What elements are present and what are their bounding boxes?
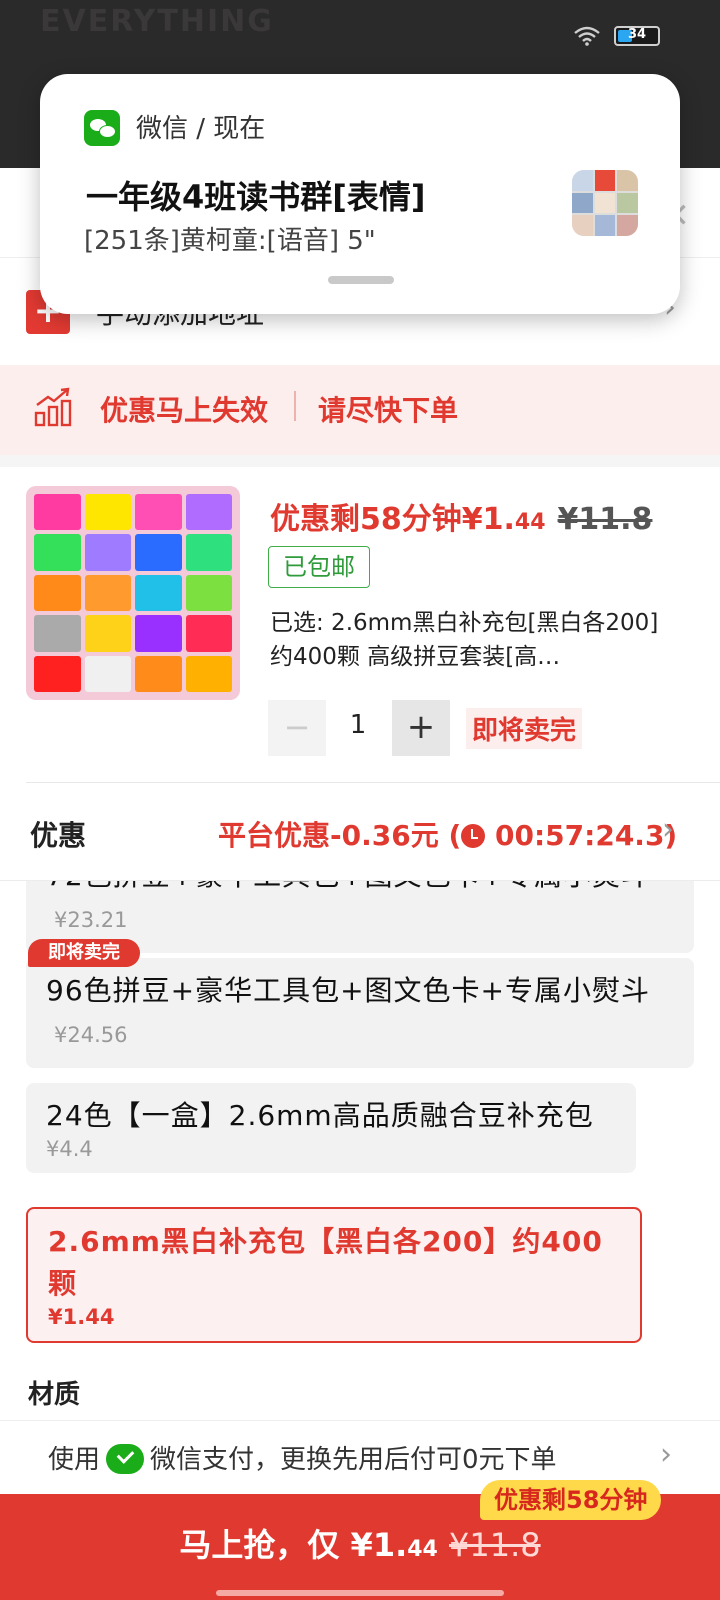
quantity-decrease-button[interactable]: −	[268, 700, 326, 756]
notification-body: [251条]黄柯童:[语音] 5"	[84, 226, 376, 256]
discount-value[interactable]: 平台优惠-0.36元 ( 00:57:24.3)	[218, 814, 677, 854]
notification-handle[interactable]	[328, 276, 394, 284]
chevron-right-icon: ›	[662, 812, 674, 847]
buy-original-price: ¥11.8	[449, 1526, 541, 1564]
discount-label: 优惠	[30, 819, 87, 852]
free-shipping-badge: 已包邮	[268, 546, 370, 588]
buy-price: ¥1.	[350, 1526, 408, 1564]
discount-timer: 00:57:24.3)	[495, 819, 678, 852]
wechat-pay-icon	[106, 1444, 145, 1474]
battery-icon: 34	[614, 26, 660, 46]
wifi-icon	[574, 26, 600, 46]
selected-spec: 已选: 2.6mm黑白补充包[黑白各200]约400颗 高级拼豆套装[高…	[270, 610, 659, 670]
buy-label: 马上抢，仅	[179, 1526, 340, 1564]
promo-text-expiring: 优惠马上失效	[100, 394, 269, 427]
buy-price-cents: 44	[407, 1537, 438, 1562]
variant-name: 96色拼豆+豪华工具包+图文色卡+专属小熨斗	[46, 974, 651, 1007]
promo-divider	[294, 391, 296, 421]
variant-option[interactable]: 96色拼豆+豪华工具包+图文色卡+专属小熨斗 ¥24.56	[26, 958, 694, 1068]
variant-name: 2.6mm黑白补充包【黑白各200】约400颗	[48, 1225, 603, 1300]
selling-out-tag: 即将卖完	[28, 939, 140, 967]
chart-up-icon	[34, 387, 72, 427]
divider	[26, 782, 720, 783]
quantity-increase-button[interactable]: +	[392, 700, 450, 756]
price-prefix: 优惠剩58分钟¥1.	[270, 502, 515, 537]
battery-level: 34	[627, 27, 647, 42]
variant-price: ¥24.56	[54, 1023, 128, 1047]
countdown-badge: 优惠剩58分钟	[480, 1480, 662, 1520]
product-price: 优惠剩58分钟¥1.44 ¥11.8	[270, 494, 652, 538]
quantity-value[interactable]: 1	[340, 710, 376, 740]
wechat-notification[interactable]: 微信 / 现在 一年级4班读书群[表情] [251条]黄柯童:[语音] 5"	[40, 74, 680, 314]
payment-method: 微信支付，更换先用后付可0元下单	[150, 1445, 557, 1475]
original-price: ¥11.8	[557, 502, 653, 537]
buy-now-label: 马上抢，仅 ¥1.44 ¥11.8	[0, 1520, 720, 1566]
payment-text: 使用 微信支付，更换先用后付可0元下单	[48, 1439, 557, 1476]
section-gap	[0, 455, 720, 467]
photo-decoration: EVERYTHING	[40, 4, 274, 39]
selling-out-tag: 即将卖完	[466, 708, 583, 749]
payment-prefix: 使用	[48, 1445, 101, 1475]
home-indicator[interactable]	[216, 1590, 504, 1596]
variant-price: ¥23.21	[54, 908, 128, 932]
wechat-icon	[84, 110, 120, 146]
variant-name: 24色【一盒】2.6mm高品质融合豆补充包	[46, 1099, 594, 1132]
price-cents: 44	[514, 510, 546, 535]
variant-price: ¥4.4	[46, 1137, 93, 1161]
notification-app: 微信 / 现在	[136, 114, 266, 144]
notification-title: 一年级4班读书群[表情]	[86, 178, 426, 216]
promo-text-hurry: 请尽快下单	[318, 394, 459, 427]
variant-name: 72色拼豆+豪华工具包+图文色卡+专属小熨斗	[46, 881, 650, 892]
promo-banner: 优惠马上失效 请尽快下单	[0, 365, 720, 455]
product-image[interactable]	[26, 486, 240, 700]
variant-option-selected[interactable]: 2.6mm黑白补充包【黑白各200】约400颗 ¥1.44	[26, 1207, 642, 1343]
discount-amount: 平台优惠-0.36元 (	[218, 819, 462, 852]
material-label: 材质	[28, 1380, 81, 1410]
variant-list: 72色拼豆+豪华工具包+图文色卡+专属小熨斗 ¥23.21 96色拼豆+豪华工具包…	[0, 881, 720, 1391]
chevron-right-icon: ›	[660, 1437, 672, 1472]
clock-icon	[461, 824, 486, 848]
group-avatar	[572, 170, 638, 236]
status-bar: 34	[574, 26, 660, 46]
variant-option[interactable]: 24色【一盒】2.6mm高品质融合豆补充包 ¥4.4	[26, 1083, 636, 1173]
variant-price: ¥1.44	[48, 1305, 115, 1329]
